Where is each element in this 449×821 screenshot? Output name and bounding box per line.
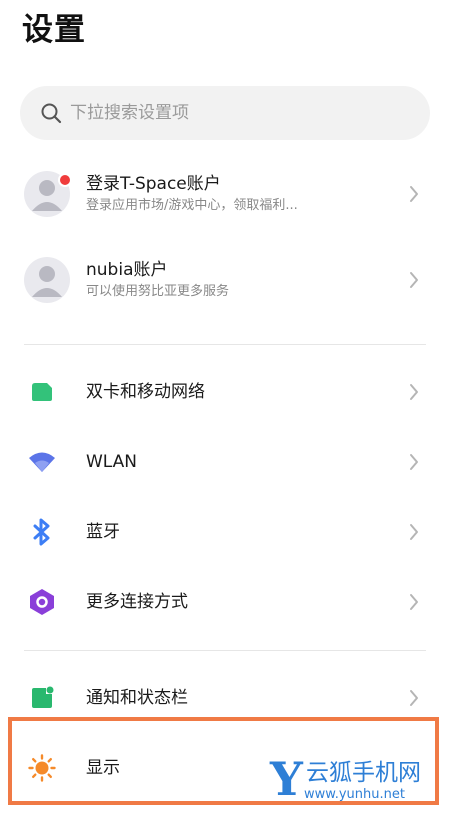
wifi-icon	[28, 448, 56, 476]
bluetooth-icon	[28, 518, 56, 546]
chevron-right-icon	[410, 384, 418, 400]
sim-card-icon	[28, 378, 56, 406]
account-nubia-row[interactable]: nubia账户 可以使用努比亚更多服务	[0, 246, 449, 314]
divider	[24, 344, 426, 345]
settings-item-label: 更多连接方式	[86, 592, 188, 612]
account-tspace-row[interactable]: 登录T-Space账户 登录应用市场/游戏中心，领取福利...	[0, 160, 449, 228]
account-title: 登录T-Space账户	[86, 174, 221, 194]
account-subtitle: 登录应用市场/游戏中心，领取福利...	[86, 198, 298, 213]
watermark-url: www.yunhu.net	[304, 787, 405, 802]
divider	[24, 650, 426, 651]
chevron-right-icon	[410, 454, 418, 470]
settings-item-label: 蓝牙	[86, 522, 120, 542]
settings-item-sim[interactable]: 双卡和移动网络	[0, 362, 449, 422]
watermark-letter: Y	[270, 752, 303, 806]
notification-icon	[28, 684, 56, 712]
watermark-logo: Y 云狐手机网 www.yunhu.net	[270, 752, 446, 807]
chevron-right-icon	[410, 186, 418, 202]
settings-item-bluetooth[interactable]: 蓝牙	[0, 502, 449, 562]
search-icon	[41, 103, 62, 124]
settings-item-wlan[interactable]: WLAN	[0, 432, 449, 492]
notification-badge	[58, 173, 72, 187]
page-title: 设置	[22, 12, 86, 48]
chevron-right-icon	[410, 524, 418, 540]
account-subtitle: 可以使用努比亚更多服务	[86, 284, 230, 299]
chevron-right-icon	[410, 690, 418, 706]
chevron-right-icon	[410, 594, 418, 610]
account-title: nubia账户	[86, 260, 168, 280]
settings-item-label: WLAN	[86, 452, 138, 472]
avatar	[24, 257, 70, 303]
search-input[interactable]	[68, 102, 392, 124]
settings-item-more-connections[interactable]: 更多连接方式	[0, 572, 449, 632]
settings-item-label: 通知和状态栏	[86, 688, 188, 708]
connection-hex-icon	[28, 588, 56, 616]
settings-item-label: 双卡和移动网络	[86, 382, 205, 402]
search-bar[interactable]	[20, 86, 430, 140]
watermark-name: 云狐手机网	[306, 760, 421, 786]
chevron-right-icon	[410, 272, 418, 288]
